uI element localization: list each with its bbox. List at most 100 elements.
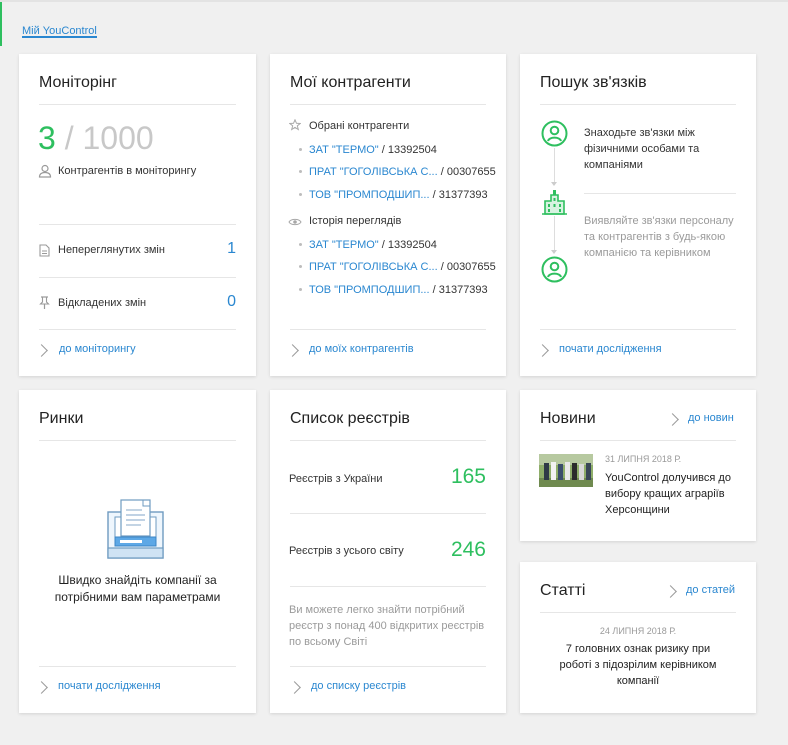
- chevron-right-icon: [536, 344, 549, 357]
- monitoring-limit: 1000: [82, 120, 154, 156]
- user-icon: [38, 164, 52, 178]
- company-building-icon: [542, 190, 567, 215]
- divider: [39, 277, 236, 278]
- counterparties-card: Мої контрагенти Обрані контрагенти ЗАТ "…: [270, 54, 506, 376]
- card-title: Статті: [540, 582, 586, 599]
- divider: [290, 513, 486, 514]
- divider: [39, 224, 236, 225]
- card-title: Новини: [540, 410, 596, 427]
- news-headline[interactable]: YouControl долучився до вибору кращих аг…: [605, 470, 735, 518]
- company-code: / 31377393: [432, 189, 488, 201]
- document-icon: [39, 244, 50, 257]
- world-registries-count: 246: [450, 538, 486, 561]
- company-name-link[interactable]: ПРАТ "ГОГОЛІВСЬКА С...: [309, 166, 438, 178]
- monitoring-card: Моніторінг 3 / 1000 Контрагентів в моніт…: [19, 54, 256, 376]
- arrow-down-icon: [551, 250, 557, 254]
- connector-line: [554, 148, 555, 184]
- company-name-link[interactable]: ЗАТ "ТЕРМО": [309, 239, 379, 251]
- bullet: [299, 193, 302, 196]
- divider: [39, 329, 236, 330]
- chevron-right-icon: [288, 681, 301, 694]
- arrow-down-icon: [551, 182, 557, 186]
- breadcrumb[interactable]: Мій YouControl: [22, 26, 97, 38]
- person-icon: [541, 256, 568, 283]
- start-research-link[interactable]: почати дослідження: [58, 680, 161, 692]
- star-icon: [289, 119, 301, 131]
- pin-icon: [39, 296, 50, 309]
- card-title: Ринки: [39, 410, 84, 427]
- go-to-monitoring-link[interactable]: до моніторингу: [59, 343, 136, 355]
- unviewed-count: 1: [227, 240, 236, 257]
- go-to-registries-link[interactable]: до списку реєстрів: [311, 680, 406, 692]
- divider: [39, 104, 236, 105]
- counter-separator: /: [64, 120, 74, 156]
- person-icon: [541, 120, 568, 147]
- bullet: [299, 265, 302, 268]
- article-headline[interactable]: 7 головних ознак ризику при роботі з під…: [550, 641, 726, 689]
- divider: [290, 329, 486, 330]
- links-text-2: Виявляйте зв'язки персоналу та контраген…: [584, 215, 734, 259]
- ukraine-registries-label: Реєстрів з України: [289, 473, 383, 485]
- top-bar: [0, 0, 788, 2]
- divider: [540, 104, 736, 105]
- company-name-link[interactable]: ТОВ "ПРОМПОДШИП...: [309, 189, 430, 201]
- history-label: Історія переглядів: [309, 215, 402, 227]
- chevron-right-icon: [35, 344, 48, 357]
- unviewed-changes-row[interactable]: Непереглянутих змін 1: [19, 226, 256, 276]
- divider: [290, 104, 486, 105]
- articles-card: Статті до статей 24 ЛИПНЯ 2018 Р. 7 голо…: [520, 562, 756, 713]
- links-search-card: Пошук зв'язків Знаходьте зв'язки між фіз…: [520, 54, 756, 376]
- monitoring-count: 3: [38, 120, 56, 156]
- company-name-link[interactable]: ПРАТ "ГОГОЛІВСЬКА С...: [309, 261, 438, 273]
- news-thumbnail[interactable]: [539, 454, 593, 487]
- links-text-1: Знаходьте зв'язки між фізичними особами …: [584, 127, 700, 171]
- divider: [290, 586, 486, 587]
- eye-icon: [288, 218, 302, 226]
- start-research-link[interactable]: почати дослідження: [559, 343, 662, 355]
- article-date: 24 ЛИПНЯ 2018 Р.: [599, 626, 677, 636]
- go-to-news-link[interactable]: до новин: [688, 412, 734, 424]
- history-item[interactable]: ТОВ "ПРОМПОДШИП... / 31377393: [309, 284, 488, 296]
- company-code: / 13392504: [381, 239, 437, 251]
- card-title: Список реєстрів: [290, 410, 410, 427]
- history-item[interactable]: ПРАТ "ГОГОЛІВСЬКА С... / 00307655: [309, 261, 496, 273]
- markets-card: Ринки Швидко знайдіть компанії за потріб…: [19, 390, 256, 713]
- registries-card: Список реєстрів Реєстрів з України 165 Р…: [270, 390, 506, 713]
- active-indicator: [0, 2, 2, 46]
- favorite-item[interactable]: ТОВ "ПРОМПОДШИП... / 31377393: [309, 189, 488, 201]
- company-name-link[interactable]: ТОВ "ПРОМПОДШИП...: [309, 284, 430, 296]
- unviewed-label: Непереглянутих змін: [58, 244, 165, 256]
- bullet: [299, 243, 302, 246]
- chevron-right-icon: [666, 413, 679, 426]
- divider: [290, 440, 486, 441]
- deferred-changes-row[interactable]: Відкладених змін 0: [19, 280, 256, 328]
- company-code: / 00307655: [440, 166, 496, 178]
- connector-line: [554, 216, 555, 252]
- company-name-link[interactable]: ЗАТ "ТЕРМО": [309, 144, 379, 156]
- divider: [540, 329, 736, 330]
- card-title: Моніторінг: [39, 74, 117, 91]
- go-to-counterparties-link[interactable]: до моїх контрагентів: [309, 343, 414, 355]
- market-filter-illustration: [107, 499, 164, 559]
- divider: [39, 440, 236, 441]
- ukraine-registries-count: 165: [450, 465, 486, 488]
- divider: [584, 193, 736, 194]
- divider: [39, 666, 236, 667]
- divider: [540, 612, 736, 613]
- company-code: / 31377393: [432, 284, 488, 296]
- favorites-label: Обрані контрагенти: [309, 120, 410, 132]
- favorite-item[interactable]: ПРАТ "ГОГОЛІВСЬКА С... / 00307655: [309, 166, 496, 178]
- deferred-count: 0: [227, 293, 236, 310]
- history-item[interactable]: ЗАТ "ТЕРМО" / 13392504: [309, 239, 437, 251]
- monitoring-subtitle: Контрагентів в моніторингу: [58, 165, 197, 177]
- monitoring-counter: 3 / 1000: [38, 118, 154, 158]
- bullet: [299, 288, 302, 291]
- favorite-item[interactable]: ЗАТ "ТЕРМО" / 13392504: [309, 144, 437, 156]
- go-to-articles-link[interactable]: до статей: [686, 584, 735, 596]
- news-card: Новини до новин 31 ЛИПНЯ 2018 Р. YouCont…: [520, 390, 756, 541]
- chevron-right-icon: [35, 681, 48, 694]
- world-registries-label: Реєстрів з усього світу: [289, 545, 404, 557]
- card-title: Пошук зв'язків: [540, 74, 647, 91]
- divider: [290, 666, 486, 667]
- chevron-right-icon: [664, 585, 677, 598]
